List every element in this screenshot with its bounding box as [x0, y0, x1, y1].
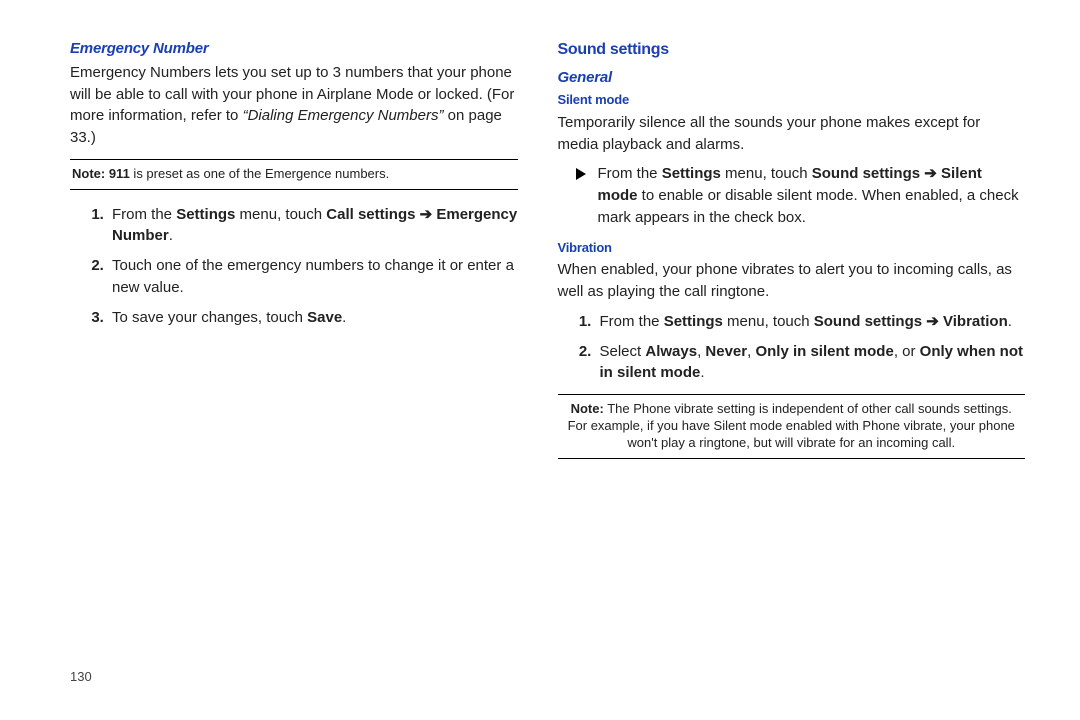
v2-pre: Select [600, 343, 646, 360]
v2-c3: , or [894, 343, 920, 360]
s3-b: Save [307, 309, 342, 326]
emergency-intro: Emergency Numbers lets you set up to 3 n… [70, 62, 518, 149]
s1-b1: Settings [176, 206, 235, 223]
s1-b2: Call settings [326, 206, 415, 223]
v1-mid: menu, touch [723, 313, 814, 330]
v2-b1: Always [645, 343, 697, 360]
arrow-icon: ➔ [415, 206, 436, 223]
silent-step-text: From the Settings menu, touch Sound sett… [598, 163, 1026, 228]
intro-reference: “Dialing Emergency Numbers” [243, 107, 444, 124]
left-column: Emergency Number Emergency Numbers lets … [70, 38, 548, 680]
triangle-bullet-icon [576, 168, 586, 180]
v2-end: . [700, 364, 704, 381]
v1-pre: From the [600, 313, 664, 330]
note-vibrate: Note: The Phone vibrate setting is indep… [558, 394, 1026, 459]
sm-b2: Sound settings [812, 165, 920, 182]
heading-vibration: Vibration [558, 239, 1026, 258]
note-911: Note: 911 is preset as one of the Emerge… [70, 159, 518, 190]
vib-step-1: From the Settings menu, touch Sound sett… [596, 311, 1026, 333]
heading-emergency-number: Emergency Number [70, 38, 518, 60]
silent-intro: Temporarily silence all the sounds your … [558, 112, 1026, 156]
manual-page: Emergency Number Emergency Numbers lets … [0, 0, 1080, 720]
v1-end: . [1008, 313, 1012, 330]
note2-label: Note: [571, 401, 604, 416]
right-column: Sound settings General Silent mode Tempo… [548, 38, 1026, 680]
s3-end: . [342, 309, 346, 326]
step-2: Touch one of the emergency numbers to ch… [108, 255, 518, 299]
sm-post: to enable or disable silent mode. When e… [598, 187, 1019, 226]
v2-b3: Only in silent mode [755, 343, 893, 360]
silent-step: From the Settings menu, touch Sound sett… [576, 163, 1026, 228]
sm-b1: Settings [662, 165, 721, 182]
s3-pre: To save your changes, touch [112, 309, 307, 326]
note-label: Note: 911 [72, 166, 130, 181]
vib-step-2: Select Always, Never, Only in silent mod… [596, 341, 1026, 385]
emergency-steps: From the Settings menu, touch Call setti… [70, 204, 518, 329]
page-number: 130 [70, 669, 92, 684]
v1-b3: Vibration [943, 313, 1008, 330]
step-1: From the Settings menu, touch Call setti… [108, 204, 518, 248]
heading-general: General [558, 67, 1026, 89]
v1-b1: Settings [664, 313, 723, 330]
sm-mid: menu, touch [721, 165, 812, 182]
note-rest: is preset as one of the Emergence number… [130, 166, 389, 181]
s1-pre: From the [112, 206, 176, 223]
sm-pre: From the [598, 165, 662, 182]
arrow-icon: ➔ [920, 165, 941, 182]
step-3: To save your changes, touch Save. [108, 307, 518, 329]
s1-mid: menu, touch [235, 206, 326, 223]
vibration-steps: From the Settings menu, touch Sound sett… [558, 311, 1026, 384]
s1-end: . [169, 227, 173, 244]
heading-sound-settings: Sound settings [558, 38, 1026, 61]
vibration-intro: When enabled, your phone vibrates to ale… [558, 259, 1026, 303]
v1-b2: Sound settings [814, 313, 922, 330]
v2-b2: Never [705, 343, 747, 360]
heading-silent-mode: Silent mode [558, 91, 1026, 110]
arrow-icon: ➔ [922, 313, 943, 330]
note2-body: The Phone vibrate setting is independent… [568, 401, 1015, 450]
